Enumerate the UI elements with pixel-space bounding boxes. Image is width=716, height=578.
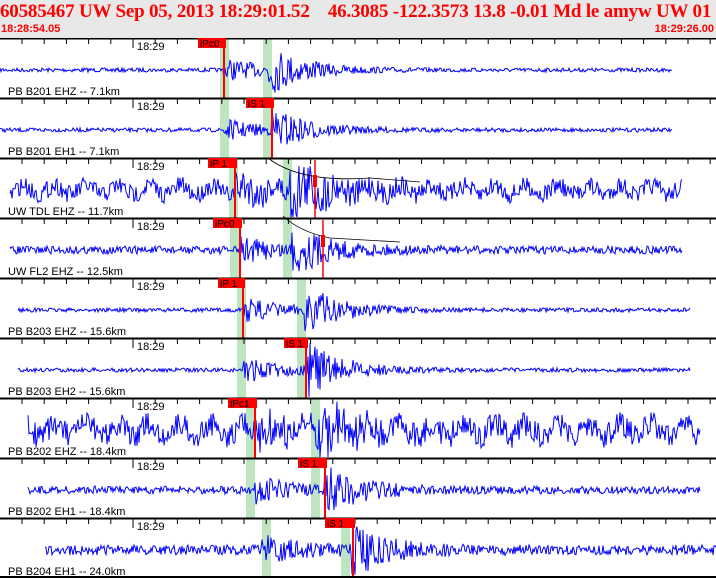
pick-label: iS 1: [327, 519, 345, 530]
trace-panel[interactable]: 18:29 iS 1 PB B203 EH2 -- 15.6km: [0, 337, 716, 398]
trace-panel[interactable]: 18:29 iS 1 PB B202 EH1 -- 18.4km: [0, 457, 716, 518]
travel-time-curve: [282, 215, 401, 243]
pick-label: iS 1: [248, 99, 266, 110]
minute-label: 18:29: [137, 221, 165, 233]
trace-panel[interactable]: 18:29 iP 1 UW TDL EHZ -- 11.7km: [0, 157, 716, 218]
trace-panel[interactable]: 18:29 iP 1 PB B203 EHZ -- 15.6km: [0, 277, 716, 338]
pick-label: iP 1: [220, 279, 237, 290]
minute-label: 18:29: [137, 401, 165, 413]
station-label: PB B203 EH2 -- 15.6km: [8, 386, 125, 398]
trace-panel[interactable]: 18:29 iPc0 PB B201 EHZ -- 7.1km: [0, 38, 716, 98]
minute-label: 18:29: [137, 161, 165, 173]
pick-label: iS 1: [286, 339, 304, 350]
pick-label: iPc0: [215, 219, 235, 230]
minute-label: 18:29: [137, 41, 165, 53]
minute-label: 18:29: [137, 521, 165, 533]
waveform-trace: [27, 463, 701, 511]
waveform-trace: [27, 401, 701, 458]
end-time: 18:29:26.00: [654, 23, 714, 35]
station-label: UW TDL EHZ -- 11.7km: [8, 206, 123, 218]
trace-panel[interactable]: 18:29 iS 1 PB B201 EH1 -- 7.1km: [0, 97, 716, 158]
station-label: PB B202 EH1 -- 18.4km: [8, 506, 125, 518]
trace-panel[interactable]: 18:29 iPc1 PB B202 EHZ -- 18.4km: [0, 397, 716, 458]
trace-panel[interactable]: 18:29 iPc0 UW FL2 EHZ -- 12.5km: [0, 215, 716, 278]
minute-label: 18:29: [137, 341, 165, 353]
minute-label: 18:29: [137, 281, 165, 293]
minute-label: 18:29: [137, 101, 165, 113]
trace-panel[interactable]: 18:29 iS 1PB B204 EH1 -- 24.0km: [0, 517, 716, 578]
station-label: UW FL2 EHZ -- 12.5km: [8, 266, 123, 278]
event-title: 60585467 UW Sep 05, 2013 18:29:01.52 46.…: [0, 1, 716, 22]
station-label: PB B201 EH1 -- 7.1km: [8, 146, 119, 158]
station-label: PB B202 EHZ -- 18.4km: [8, 446, 126, 458]
station-label: PB B203 EHZ -- 15.6km: [8, 326, 126, 338]
seismogram-panels[interactable]: 18:29 iPc0 PB B201 EHZ -- 7.1km 18:29 iS 1 PB…: [0, 38, 716, 578]
pick-label: iPc0: [200, 39, 220, 50]
pick-label: iS 1: [300, 459, 318, 470]
pick-label: iP 1: [210, 159, 227, 170]
start-time: 18:28:54.05: [1, 23, 61, 35]
waveform-trace: [44, 526, 716, 575]
pick-label: iPc1: [230, 399, 250, 410]
pick-window: [246, 458, 255, 518]
waveform-trace: [0, 107, 673, 145]
station-label: PB B201 EHZ -- 7.1km: [8, 86, 120, 98]
coda-marker: [321, 235, 325, 247]
minute-label: 18:29: [137, 461, 165, 473]
coda-marker: [313, 175, 317, 187]
event-header: 60585467 UW Sep 05, 2013 18:29:01.52 46.…: [0, 0, 716, 38]
